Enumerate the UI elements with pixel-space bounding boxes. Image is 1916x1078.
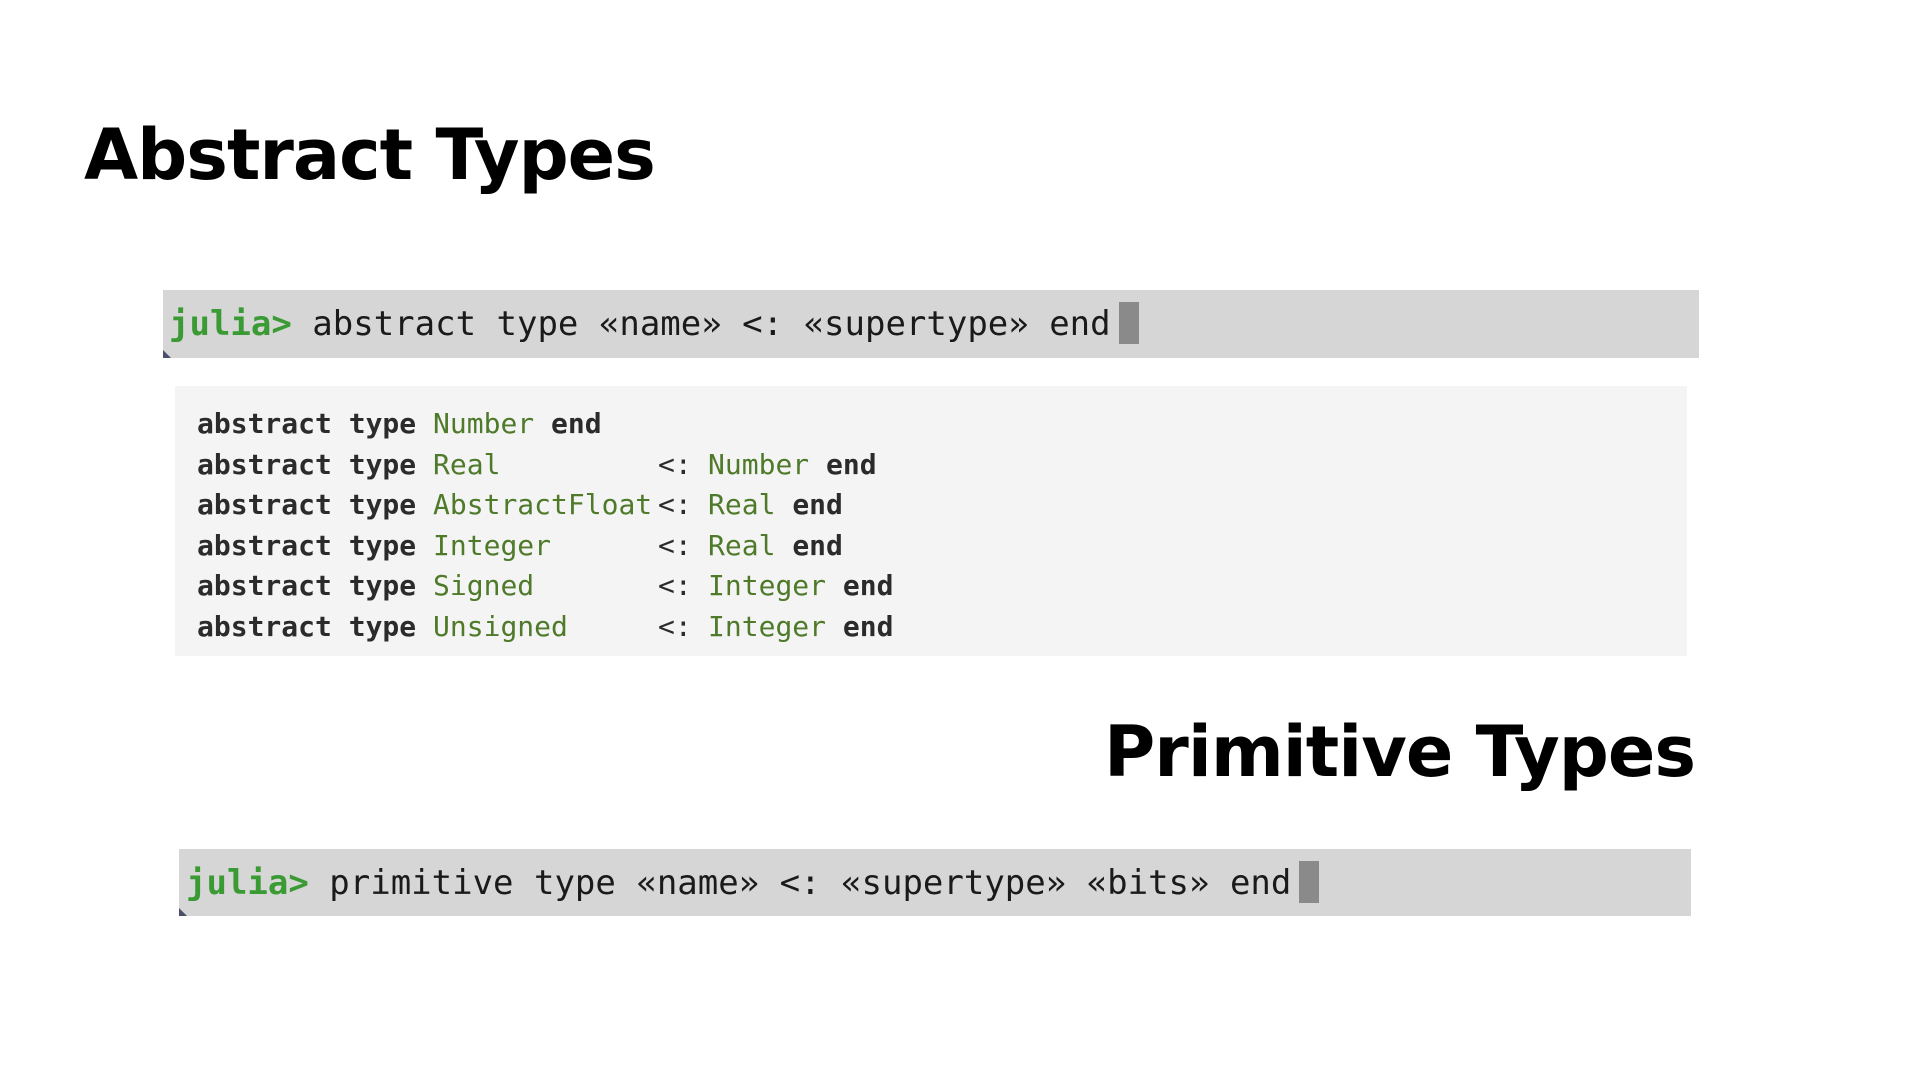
abstract-types-heading: Abstract Types — [84, 114, 656, 196]
supertype-name: Number — [708, 447, 810, 481]
repl-command: primitive type «name» <: «supertype» «bi… — [308, 863, 1292, 903]
repl-command: abstract type «name» <: «supertype» end — [291, 304, 1111, 344]
keyword-end: end — [792, 488, 843, 521]
subtype-operator: <: — [658, 569, 692, 602]
type-name: Signed — [433, 569, 535, 602]
keyword-end: end — [826, 447, 877, 481]
type-name: Integer — [433, 528, 552, 562]
cursor-block — [1118, 301, 1139, 344]
keyword-abstract-type: abstract type — [197, 488, 417, 521]
keyword-abstract-type: abstract type — [197, 528, 417, 562]
repl-abstract-type-syntax: julia> abstract type «name» <: «supertyp… — [163, 290, 1699, 358]
primitive-types-heading: Primitive Types — [1104, 711, 1696, 793]
keyword-abstract-type: abstract type — [197, 609, 417, 643]
julia-prompt: julia> — [186, 863, 309, 903]
keyword-end: end — [551, 407, 602, 440]
type-name: Number — [433, 407, 535, 440]
supertype-name: Real — [708, 528, 776, 562]
keyword-abstract-type: abstract type — [197, 569, 417, 602]
supertype-name: Real — [708, 488, 776, 521]
type-name: AbstractFloat — [433, 488, 653, 521]
keyword-end: end — [792, 528, 843, 562]
type-name: Real — [433, 447, 501, 481]
abstract-types-code-block: abstract type Number end abstract type R… — [175, 386, 1687, 656]
repl-primitive-type-syntax: julia> primitive type «name» <: «superty… — [179, 849, 1691, 916]
subtype-operator: <: — [658, 447, 692, 481]
code-line: abstract type AbstractFloat <: Real end — [197, 485, 1687, 526]
type-name: Unsigned — [433, 609, 568, 643]
supertype-name: Integer — [708, 609, 827, 643]
keyword-end: end — [842, 609, 894, 643]
julia-prompt: julia> — [169, 304, 292, 344]
keyword-abstract-type: abstract type — [197, 447, 417, 481]
supertype-name: Integer — [708, 569, 827, 602]
keyword-end: end — [842, 569, 894, 602]
code-line: abstract type Number end — [197, 404, 1687, 445]
subtype-operator: <: — [658, 488, 692, 521]
cursor-block — [1299, 860, 1320, 903]
code-line: abstract type Integer <: Real end — [197, 526, 1687, 567]
keyword-abstract-type: abstract type — [197, 407, 417, 440]
subtype-operator: <: — [658, 609, 692, 643]
code-line: abstract type Signed <: Integer end — [197, 566, 1687, 607]
code-line: abstract type Real <: Number end — [197, 445, 1687, 486]
code-line: abstract type Unsigned <: Integer end — [197, 607, 1687, 648]
subtype-operator: <: — [658, 528, 692, 562]
